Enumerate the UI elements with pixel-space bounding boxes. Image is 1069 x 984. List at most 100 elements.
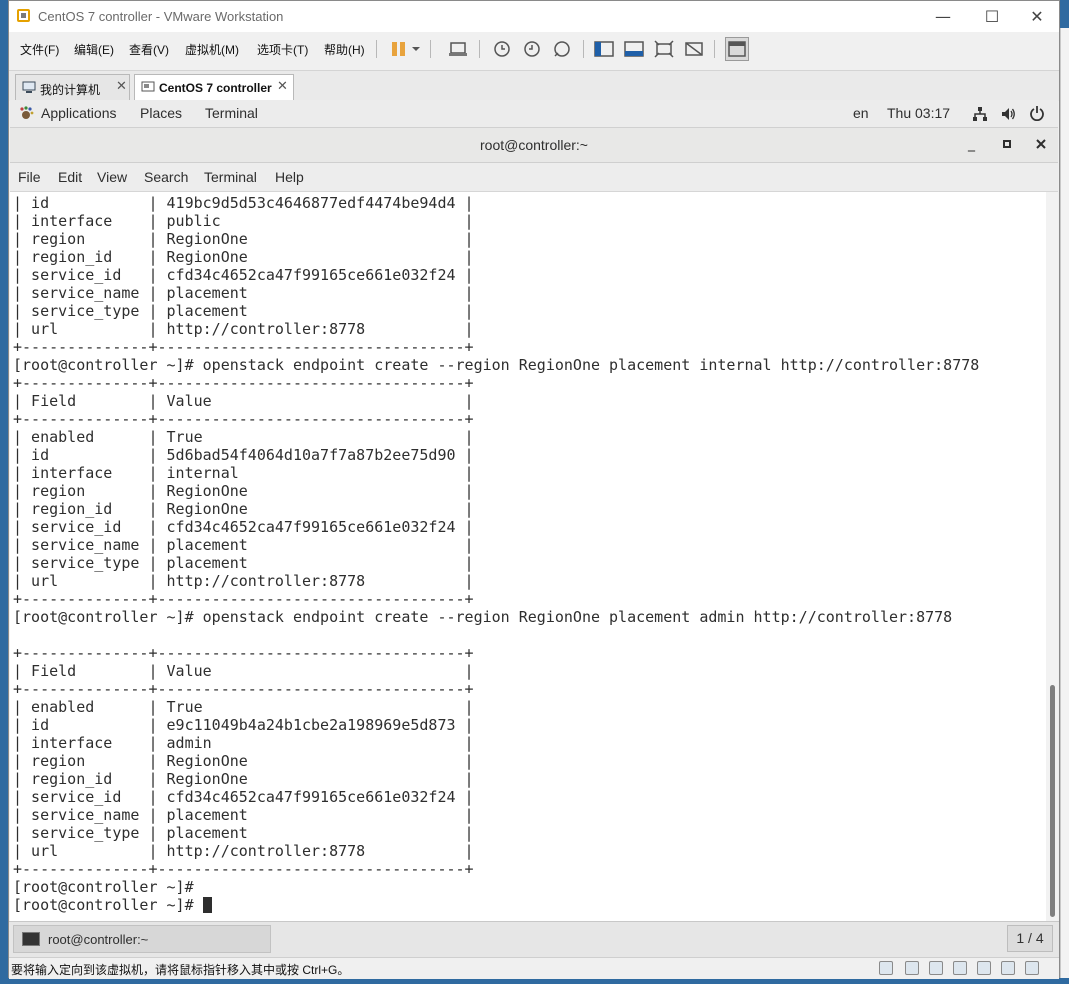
send-ctrl-alt-del-icon[interactable] — [447, 39, 469, 59]
console-view-icon[interactable] — [725, 37, 749, 61]
snapshot-icon[interactable] — [491, 39, 513, 59]
terminal-menu-help[interactable]: Help — [275, 169, 304, 185]
terminal-line: | service_type | placement | — [13, 554, 474, 572]
terminal-close-icon[interactable] — [1036, 139, 1046, 149]
power-icon[interactable] — [1029, 105, 1045, 121]
applications-menu[interactable]: Applications — [41, 105, 117, 121]
tab-label: 我的计算机 — [40, 83, 101, 97]
maximize-button[interactable]: ☐ — [969, 1, 1015, 32]
terminal-menu-view[interactable]: View — [97, 169, 127, 185]
terminal-menu-terminal[interactable]: Terminal — [204, 169, 257, 185]
terminal-minimize-button[interactable]: _ — [968, 136, 975, 152]
toolbar-separator — [714, 40, 715, 58]
snapshot-manager-icon[interactable] — [551, 39, 573, 59]
menu-file[interactable]: 文件(F) — [20, 41, 59, 58]
menu-edit[interactable]: 编辑(E) — [74, 41, 114, 58]
terminal-menu-file[interactable]: File — [18, 169, 41, 185]
tab-label: CentOS 7 controller — [159, 81, 272, 95]
terminal-menu-edit[interactable]: Edit — [58, 169, 82, 185]
terminal-line: | Field | Value | — [13, 662, 474, 680]
unity-mode-icon[interactable] — [683, 39, 705, 59]
terminal-line: +--------------+------------------------… — [13, 590, 474, 608]
show-library-icon[interactable] — [593, 39, 615, 59]
terminal-line: [root@controller ~]# openstack endpoint … — [13, 608, 953, 626]
chevron-down-icon[interactable] — [409, 39, 423, 59]
terminal-line: | service_name | placement | — [13, 284, 474, 302]
toolbar-separator — [430, 40, 431, 58]
cd-dvd-icon[interactable] — [905, 961, 919, 975]
sound-card-icon[interactable] — [977, 961, 991, 975]
menu-vm[interactable]: 虚拟机(M) — [185, 41, 239, 58]
vmware-statusbar: 要将输入定向到该虚拟机，请将鼠标指针移入其中或按 Ctrl+G。 — [9, 957, 1059, 979]
terminal-line: | Field | Value | — [13, 392, 474, 410]
full-screen-icon[interactable] — [653, 39, 675, 59]
close-tab-icon[interactable]: ✕ — [277, 79, 288, 94]
terminal-line: | service_id | cfd34c4652ca47f99165ce661… — [13, 518, 474, 536]
pause-icon[interactable] — [389, 39, 411, 59]
vm-console[interactable]: Applications Places Terminal en Thu 03:1… — [10, 100, 1058, 921]
terminal-line: | enabled | True | — [13, 428, 474, 446]
close-window-button[interactable]: ✕ — [1014, 1, 1060, 32]
terminal-app-menu[interactable]: Terminal — [205, 105, 258, 121]
vmware-window: CentOS 7 controller - VMware Workstation… — [8, 0, 1060, 979]
workspace-pager[interactable]: 1 / 4 — [1007, 925, 1053, 952]
background-window-edge — [1060, 28, 1069, 978]
close-tab-icon[interactable]: ✕ — [116, 79, 127, 94]
terminal-line: +--------------+------------------------… — [13, 410, 474, 428]
terminal-line: | region_id | RegionOne | — [13, 770, 474, 788]
menu-view[interactable]: 查看(V) — [129, 41, 169, 58]
network-icon[interactable] — [972, 106, 988, 122]
terminal-titlebar: root@controller:~ _ — [10, 128, 1058, 163]
keyboard-language[interactable]: en — [853, 105, 869, 121]
gnome-foot-icon — [20, 106, 34, 119]
toolbar-separator — [479, 40, 480, 58]
terminal-maximize-icon[interactable] — [1003, 140, 1011, 148]
computer-icon — [22, 81, 36, 93]
terminal-line: | id | 5d6bad54f4064d10a7f7a87b2ee75d90 … — [13, 446, 474, 464]
terminal-line: +--------------+------------------------… — [13, 644, 474, 662]
terminal-line: | interface | admin | — [13, 734, 474, 752]
terminal-line: +--------------+------------------------… — [13, 680, 474, 698]
volume-icon[interactable] — [1000, 106, 1016, 122]
usb-icon[interactable] — [953, 961, 967, 975]
terminal-line: | service_type | placement | — [13, 824, 474, 842]
network-adapter-icon[interactable] — [929, 961, 943, 975]
taskbar-terminal-label: root@controller:~ — [48, 932, 149, 947]
minimize-button[interactable]: — — [920, 1, 966, 32]
vm-icon — [141, 81, 155, 92]
terminal-line: | region_id | RegionOne | — [13, 248, 474, 266]
terminal-line: | region | RegionOne | — [13, 752, 474, 770]
terminal-line: | region | RegionOne | — [13, 230, 474, 248]
vm-tab-bar: 我的计算机 ✕ CentOS 7 controller ✕ — [9, 70, 1059, 101]
terminal-line: | url | http://controller:8778 | — [13, 842, 474, 860]
gnome-window-list: root@controller:~ 1 / 4 — [9, 921, 1059, 958]
tab-my-computer[interactable]: 我的计算机 ✕ — [15, 74, 130, 100]
clock[interactable]: Thu 03:17 — [887, 105, 950, 121]
display-icon[interactable] — [1025, 961, 1039, 975]
printer-icon[interactable] — [1001, 961, 1015, 975]
terminal-line: | id | 419bc9d5d53c4646877edf4474be94d4 … — [13, 194, 474, 212]
terminal-output[interactable]: | id | 419bc9d5d53c4646877edf4474be94d4 … — [10, 192, 1046, 921]
terminal-line: +--------------+------------------------… — [13, 860, 474, 878]
tab-centos-controller[interactable]: CentOS 7 controller ✕ — [134, 74, 294, 100]
toolbar-separator — [583, 40, 584, 58]
status-hint: 要将输入定向到该虚拟机，请将鼠标指针移入其中或按 Ctrl+G。 — [11, 963, 350, 977]
taskbar-terminal-button[interactable]: root@controller:~ — [13, 925, 271, 953]
vmware-app-icon — [17, 9, 30, 22]
terminal-menu-search[interactable]: Search — [144, 169, 188, 185]
terminal-line: | url | http://controller:8778 | — [13, 320, 474, 338]
terminal-scrollbar-thumb[interactable] — [1050, 685, 1055, 917]
menu-help[interactable]: 帮助(H) — [324, 41, 365, 58]
terminal-line: +--------------+------------------------… — [13, 338, 474, 356]
terminal-line: | enabled | True | — [13, 698, 474, 716]
menu-tabs[interactable]: 选项卡(T) — [257, 41, 308, 58]
terminal-line: | region_id | RegionOne | — [13, 500, 474, 518]
show-thumbnail-bar-icon[interactable] — [623, 39, 645, 59]
revert-snapshot-icon[interactable] — [521, 39, 543, 59]
hard-disk-icon[interactable] — [879, 961, 893, 975]
places-menu[interactable]: Places — [140, 105, 182, 121]
gnome-top-bar: Applications Places Terminal en Thu 03:1… — [10, 100, 1058, 128]
terminal-line: | id | e9c11049b4a24b1cbe2a198969e5d873 … — [13, 716, 474, 734]
terminal-line: | service_id | cfd34c4652ca47f99165ce661… — [13, 788, 474, 806]
terminal-line: [root@controller ~]# — [13, 878, 194, 896]
